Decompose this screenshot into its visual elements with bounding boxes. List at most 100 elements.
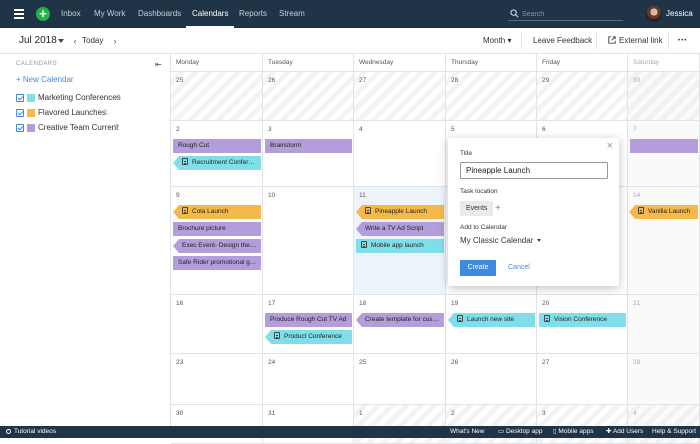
close-icon[interactable]: ×	[607, 140, 613, 152]
nav-my-work[interactable]: My Work	[94, 0, 125, 28]
day-cell[interactable]: 28	[446, 72, 537, 121]
day-cell[interactable]: 10	[263, 187, 354, 295]
day-cell[interactable]: 4	[628, 405, 700, 444]
day-cell[interactable]: 27	[537, 354, 628, 405]
calendar-event[interactable]: Produce Rough Cut TV Ad	[265, 313, 352, 327]
add-users-link[interactable]: ✚ Add Users	[606, 426, 643, 438]
day-number: 16	[176, 300, 184, 307]
nav-stream[interactable]: Stream	[279, 0, 305, 28]
calendar-select-dropdown[interactable]: My Classic Calendar	[460, 236, 541, 245]
calendar-event[interactable]: Create template for custo...	[356, 313, 444, 327]
day-cell[interactable]: 31	[263, 405, 354, 444]
calendar-event[interactable]: Brochure picture	[173, 222, 261, 236]
day-cell[interactable]: 24	[263, 354, 354, 405]
day-cell[interactable]: 16	[171, 295, 263, 354]
more-options-icon[interactable]: •••	[678, 28, 687, 54]
day-cell[interactable]: 3	[537, 405, 628, 444]
day-cell[interactable]: 30	[171, 405, 263, 444]
calendar-checkbox[interactable]	[16, 94, 24, 102]
hamburger-menu-icon[interactable]	[14, 9, 24, 19]
calendar-event[interactable]: Product Conference	[265, 330, 352, 344]
day-number: 30	[633, 77, 641, 84]
day-cell[interactable]: 28	[628, 354, 700, 405]
day-number: 31	[268, 410, 276, 417]
day-cell[interactable]: 2	[171, 121, 263, 187]
nav-reports[interactable]: Reports	[239, 0, 267, 28]
external-link-button[interactable]: External link	[608, 28, 663, 54]
nav-inbox[interactable]: Inbox	[61, 0, 81, 28]
calendar-event[interactable]: Vanilla Launch	[629, 205, 698, 219]
help-support-link[interactable]: Help & Support	[652, 426, 696, 438]
day-number: 6	[542, 126, 546, 133]
add-users-label: Add Users	[612, 428, 644, 435]
day-cell[interactable]: 26	[263, 72, 354, 121]
day-cell[interactable]: 25	[171, 72, 263, 121]
nav-dashboards[interactable]: Dashboards	[138, 0, 181, 28]
calendar-toolbar: Jul 2018 ‹ Today › Month ▾ Leave Feedbac…	[0, 28, 700, 54]
day-cell[interactable]: 7	[628, 121, 700, 187]
user-avatar[interactable]	[646, 6, 662, 22]
title-label: Title	[460, 150, 473, 157]
calendar-checkbox[interactable]	[16, 124, 24, 132]
day-number: 24	[268, 359, 276, 366]
today-button[interactable]: Today	[82, 28, 103, 54]
calendar-event[interactable]: Recruitment Conferen...	[173, 156, 261, 170]
search-input[interactable]	[522, 8, 620, 20]
day-cell[interactable]: 3	[263, 121, 354, 187]
calendar-event[interactable]: Rough Cut	[173, 139, 261, 153]
calendar-event[interactable]: Mobile app launch	[356, 239, 444, 253]
task-icon	[182, 158, 188, 165]
day-number: 2	[451, 410, 455, 417]
event-label: Mobile app launch	[371, 242, 424, 249]
day-cell[interactable]: 1	[354, 405, 446, 444]
day-cell[interactable]: 26	[446, 354, 537, 405]
calendar-event[interactable]: Vision Conference	[539, 313, 626, 327]
calendar-event[interactable]: Launch new site	[448, 313, 535, 327]
create-new-button[interactable]: +	[36, 7, 50, 21]
sidebar-header: CALENDARS	[16, 61, 58, 67]
view-mode-dropdown[interactable]: Month ▾	[483, 28, 511, 54]
calendar-label: Flavored Launches	[38, 108, 107, 117]
calendar-event[interactable]	[630, 139, 698, 153]
day-cell[interactable]: 30	[628, 72, 700, 121]
add-location-plus-icon[interactable]: +	[495, 201, 501, 216]
day-cell[interactable]: 27	[354, 72, 446, 121]
month-dropdown-caret-icon[interactable]	[58, 39, 64, 43]
tutorial-videos-link[interactable]: Tutorial videos	[6, 426, 56, 438]
day-cell[interactable]: 23	[171, 354, 263, 405]
task-icon	[365, 207, 371, 214]
day-cell[interactable]: 2	[446, 405, 537, 444]
day-cell[interactable]: 25	[354, 354, 446, 405]
task-icon	[274, 332, 280, 339]
calendar-event[interactable]: Brainstorm	[265, 139, 352, 153]
day-number: 3	[542, 410, 546, 417]
create-button[interactable]: Create	[460, 260, 496, 276]
nav-calendars[interactable]: Calendars	[185, 0, 236, 28]
day-cell[interactable]: 29	[537, 72, 628, 121]
user-name[interactable]: Jessica	[666, 0, 693, 28]
leave-feedback-button[interactable]: Leave Feedback	[533, 28, 592, 54]
mobile-apps-link[interactable]: ▯ Mobile apps	[553, 426, 593, 438]
calendar-checkbox[interactable]	[16, 109, 24, 117]
day-cell[interactable]: 4	[354, 121, 446, 187]
calendar-event[interactable]: Exec Event- Design the In...	[173, 239, 261, 253]
calendar-filter-icon: ▽	[114, 124, 120, 131]
event-label: Cola Launch	[192, 208, 229, 215]
calendar-event[interactable]: Pineapple Launch	[356, 205, 444, 219]
calendar-event[interactable]: Cola Launch	[173, 205, 261, 219]
tutorial-videos-label: Tutorial videos	[14, 428, 57, 435]
current-month-label[interactable]: Jul 2018	[19, 28, 57, 54]
prev-month-chevron-icon[interactable]: ‹	[70, 35, 80, 47]
cancel-button[interactable]: Cancel	[508, 260, 530, 276]
calendar-event[interactable]: Write a TV Ad Script	[356, 222, 444, 236]
location-tag[interactable]: Events	[460, 201, 494, 216]
new-calendar-button[interactable]: + New Calendar	[16, 75, 74, 84]
desktop-app-link[interactable]: ▭ Desktop app	[498, 426, 542, 438]
day-cell[interactable]: 14	[628, 187, 700, 295]
day-cell[interactable]: 21	[628, 295, 700, 354]
collapse-sidebar-icon[interactable]: ⇤	[155, 60, 162, 69]
next-month-chevron-icon[interactable]: ›	[110, 35, 120, 47]
title-input[interactable]	[460, 162, 608, 179]
calendar-event[interactable]: Safe Rider promotional gra...	[173, 256, 261, 270]
whats-new-link[interactable]: What's New	[450, 426, 484, 438]
